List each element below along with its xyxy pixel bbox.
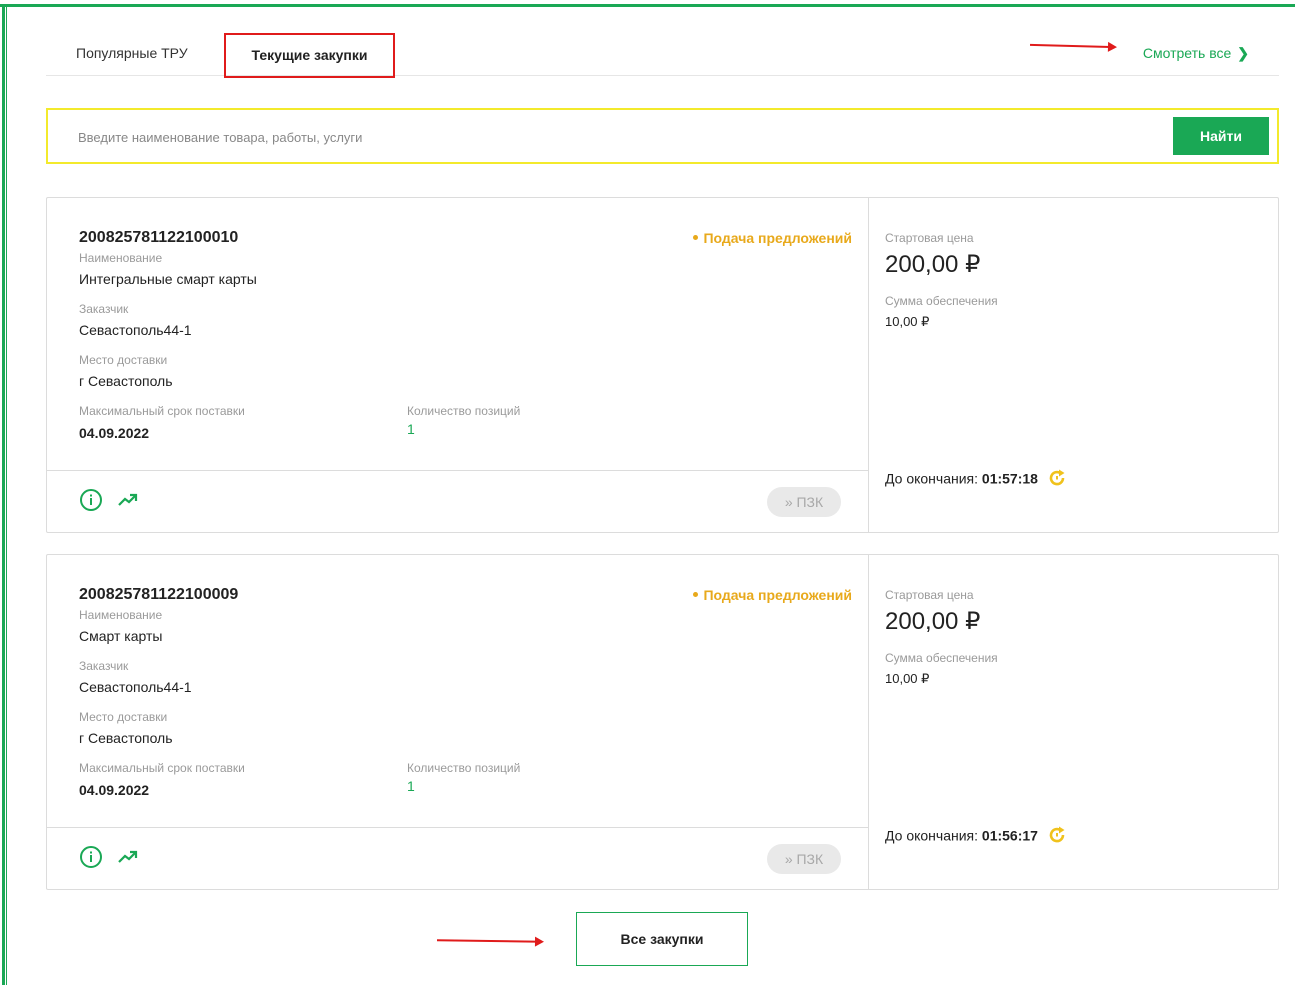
- status-label: Подача предложений: [703, 230, 852, 246]
- customer-label: Заказчик: [79, 302, 129, 316]
- delivery-place-label: Место доставки: [79, 353, 168, 367]
- info-icon[interactable]: [79, 845, 103, 869]
- time-left-label: До окончания:: [885, 470, 979, 487]
- purchase-card: 200825781122100010 Подача предложений На…: [46, 197, 1279, 533]
- purchase-card-body: 200825781122100009 Подача предложений На…: [47, 555, 868, 828]
- page-frame-left: [2, 6, 7, 985]
- see-all-label: Смотреть все: [1142, 45, 1232, 61]
- purchase-number[interactable]: 200825781122100010: [79, 229, 238, 247]
- all-purchases-button[interactable]: Все закупки: [576, 912, 748, 966]
- max-delivery-label: Максимальный срок поставки: [79, 404, 245, 418]
- status-dot-icon: [693, 591, 699, 597]
- status-badge: Подача предложений: [693, 230, 852, 246]
- start-price-value: 200,00 ₽: [885, 251, 981, 278]
- security-sum-value: 10,00 ₽: [885, 314, 930, 329]
- positions-value: 1: [407, 778, 415, 794]
- page-frame-top: [0, 4, 1295, 8]
- positions-value: 1: [407, 421, 415, 437]
- tab-popular[interactable]: Популярные ТРУ: [76, 30, 188, 76]
- purchase-card-footer: » ПЗК: [47, 471, 868, 532]
- status-label: Подача предложений: [703, 587, 852, 603]
- pzk-button[interactable]: » ПЗК: [767, 487, 841, 517]
- time-left: До окончания: 01:57:18: [885, 469, 1068, 491]
- delivery-place-label: Место доставки: [79, 710, 168, 724]
- purchase-number[interactable]: 200825781122100009: [79, 586, 238, 604]
- max-delivery-label: Максимальный срок поставки: [79, 761, 245, 775]
- trending-up-icon[interactable]: [117, 490, 139, 510]
- tabs-bar: Популярные ТРУ Текущие закупки Смотреть …: [46, 30, 1279, 78]
- annotation-arrow-icon: [436, 939, 543, 943]
- security-sum-value: 10,00 ₽: [885, 671, 930, 686]
- security-sum-label: Сумма обеспечения: [885, 651, 998, 665]
- positions-label: Количество позиций: [407, 404, 521, 418]
- time-left-label: До окончания:: [885, 827, 979, 844]
- customer-value: Севастополь44-1: [79, 322, 192, 338]
- purchase-card-main: 200825781122100009 Подача предложений На…: [47, 555, 869, 889]
- purchase-card: 200825781122100009 Подача предложений На…: [46, 554, 1279, 890]
- refresh-icon[interactable]: [1046, 467, 1068, 489]
- search-button[interactable]: Найти: [1173, 117, 1269, 155]
- search-input[interactable]: [78, 124, 1158, 150]
- purchase-card-price: Стартовая цена 200,00 ₽ Сумма обеспечени…: [869, 555, 1278, 889]
- purchase-card-body: 200825781122100010 Подача предложений На…: [47, 198, 868, 471]
- positions-label: Количество позиций: [407, 761, 521, 775]
- time-left-value: 01:57:18: [981, 470, 1038, 487]
- time-left-value: 01:56:17: [981, 827, 1038, 844]
- purchase-card-price: Стартовая цена 200,00 ₽ Сумма обеспечени…: [869, 198, 1278, 532]
- start-price-label: Стартовая цена: [885, 231, 974, 245]
- name-label: Наименование: [79, 608, 163, 622]
- max-delivery-value: 04.09.2022: [79, 425, 150, 441]
- name-label: Наименование: [79, 251, 163, 265]
- status-dot-icon: [693, 234, 699, 240]
- search-bar: Найти: [46, 108, 1279, 164]
- purchase-name: Интегральные смарт карты: [79, 271, 257, 287]
- purchase-card-footer: » ПЗК: [47, 828, 868, 889]
- pzk-button[interactable]: » ПЗК: [767, 844, 841, 874]
- tab-current-purchases[interactable]: Текущие закупки: [224, 33, 395, 78]
- time-left: До окончания: 01:56:17: [885, 826, 1068, 848]
- delivery-place-value: г Севастополь: [79, 730, 173, 746]
- customer-label: Заказчик: [79, 659, 129, 673]
- refresh-icon[interactable]: [1046, 824, 1068, 846]
- start-price-label: Стартовая цена: [885, 588, 974, 602]
- security-sum-label: Сумма обеспечения: [885, 294, 998, 308]
- purchase-name: Смарт карты: [79, 628, 163, 644]
- info-icon[interactable]: [79, 488, 103, 512]
- trending-up-icon[interactable]: [117, 847, 139, 867]
- status-badge: Подача предложений: [693, 587, 852, 603]
- purchase-card-main: 200825781122100010 Подача предложений На…: [47, 198, 869, 532]
- chevron-right-icon: ❯: [1237, 45, 1249, 61]
- customer-value: Севастополь44-1: [79, 679, 192, 695]
- see-all-link[interactable]: Смотреть все ❯: [1143, 30, 1249, 76]
- delivery-place-value: г Севастополь: [79, 373, 173, 389]
- max-delivery-value: 04.09.2022: [79, 782, 150, 798]
- start-price-value: 200,00 ₽: [885, 608, 981, 635]
